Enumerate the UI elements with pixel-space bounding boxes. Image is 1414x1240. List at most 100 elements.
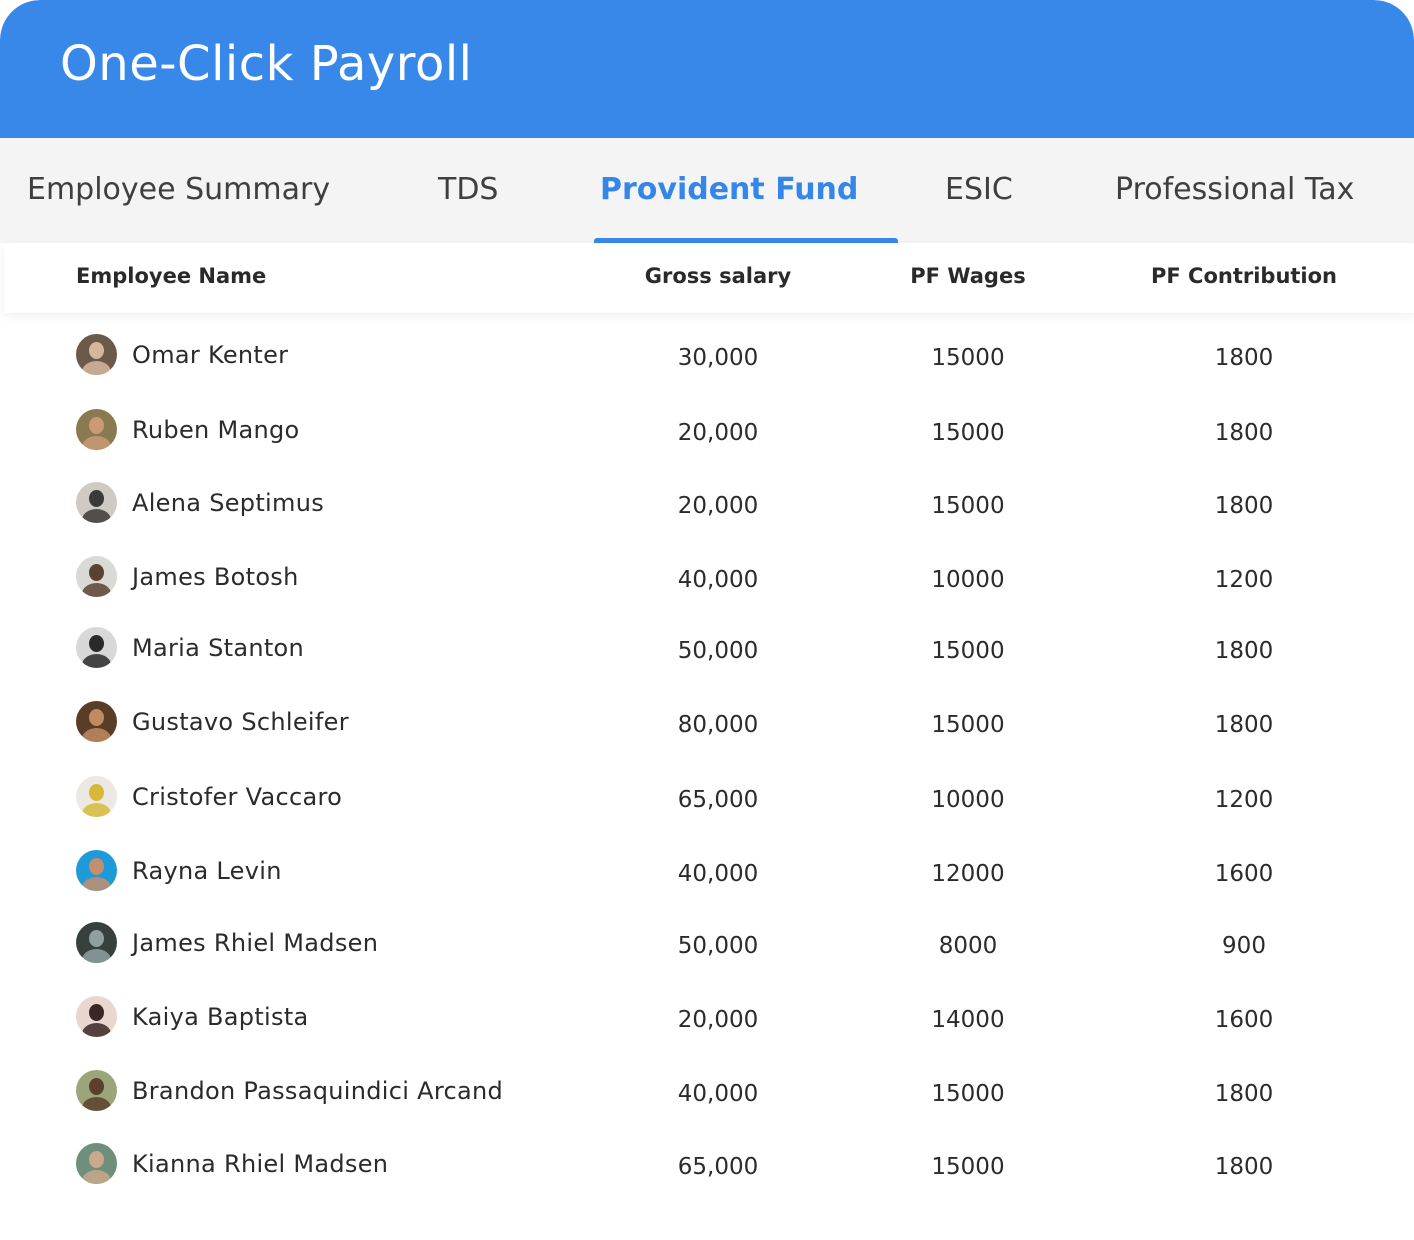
table-row[interactable]: Ruben Mango 20,000 15000 1800 bbox=[0, 401, 1414, 461]
employee-name: James Botosh bbox=[132, 563, 299, 591]
avatar bbox=[76, 850, 117, 891]
employee-name: Kianna Rhiel Madsen bbox=[132, 1150, 389, 1178]
table-row[interactable]: Kianna Rhiel Madsen 65,000 15000 1800 bbox=[0, 1135, 1414, 1195]
pf-contribution-cell: 1200 bbox=[1214, 787, 1274, 813]
avatar-head bbox=[89, 930, 104, 947]
pf-wages-cell: 15000 bbox=[931, 420, 1005, 446]
gross-salary-cell: 40,000 bbox=[677, 567, 759, 593]
avatar-body bbox=[82, 949, 111, 963]
avatar-head bbox=[89, 490, 104, 507]
pf-wages-cell: 15000 bbox=[931, 1154, 1005, 1180]
avatar bbox=[76, 701, 117, 742]
pf-contribution-cell: 1600 bbox=[1214, 861, 1274, 887]
gross-salary-cell: 50,000 bbox=[677, 638, 759, 664]
pf-wages-cell: 15000 bbox=[931, 345, 1005, 371]
avatar-body bbox=[82, 877, 111, 891]
avatar-body bbox=[82, 1023, 111, 1037]
pf-contribution-cell: 1600 bbox=[1214, 1007, 1274, 1033]
pf-wages-cell: 12000 bbox=[931, 861, 1005, 887]
avatar bbox=[76, 482, 117, 523]
employee-name: Maria Stanton bbox=[132, 634, 305, 662]
table-row[interactable]: James Botosh 40,000 10000 1200 bbox=[0, 548, 1414, 608]
gross-salary-cell: 30,000 bbox=[677, 345, 759, 371]
avatar bbox=[76, 334, 117, 375]
avatar-head bbox=[89, 858, 104, 875]
pf-contribution-cell: 900 bbox=[1222, 933, 1266, 959]
avatar-body bbox=[82, 728, 111, 742]
pf-contribution-cell: 1800 bbox=[1214, 493, 1274, 519]
gross-salary-cell: 50,000 bbox=[677, 933, 759, 959]
tab-provident-fund[interactable]: Provident Fund bbox=[600, 138, 858, 243]
tab-bar: Employee Summary TDS Provident Fund ESIC… bbox=[0, 138, 1414, 243]
employee-name: Cristofer Vaccaro bbox=[132, 783, 343, 811]
gross-salary-cell: 40,000 bbox=[677, 861, 759, 887]
avatar bbox=[76, 627, 117, 668]
avatar-body bbox=[82, 1170, 111, 1184]
gross-salary-cell: 40,000 bbox=[677, 1081, 759, 1107]
table-row[interactable]: Kaiya Baptista 20,000 14000 1600 bbox=[0, 988, 1414, 1048]
gross-salary-cell: 20,000 bbox=[677, 1007, 759, 1033]
avatar-body bbox=[82, 436, 111, 450]
avatar bbox=[76, 556, 117, 597]
employee-name: Kaiya Baptista bbox=[132, 1003, 309, 1031]
gross-salary-cell: 80,000 bbox=[677, 712, 759, 738]
tab-tds[interactable]: TDS bbox=[438, 138, 498, 243]
employee-name: Ruben Mango bbox=[132, 416, 300, 444]
table-row[interactable]: Gustavo Schleifer 80,000 15000 1800 bbox=[0, 693, 1414, 753]
pf-wages-cell: 15000 bbox=[931, 493, 1005, 519]
avatar-body bbox=[82, 361, 111, 375]
pf-wages-cell: 10000 bbox=[931, 567, 1005, 593]
pf-wages-cell: 8000 bbox=[938, 933, 998, 959]
avatar bbox=[76, 776, 117, 817]
payroll-card: One-Click Payroll Employee Summary TDS P… bbox=[0, 0, 1414, 1240]
avatar-head bbox=[89, 564, 104, 581]
gross-salary-cell: 20,000 bbox=[677, 493, 759, 519]
pf-contribution-cell: 1800 bbox=[1214, 1154, 1274, 1180]
avatar-head bbox=[89, 784, 104, 801]
avatar-head bbox=[89, 635, 104, 652]
pf-contribution-cell: 1800 bbox=[1214, 345, 1274, 371]
pf-wages-cell: 14000 bbox=[931, 1007, 1005, 1033]
column-header-gross-salary[interactable]: Gross salary bbox=[618, 243, 818, 309]
avatar-body bbox=[82, 583, 111, 597]
avatar bbox=[76, 1070, 117, 1111]
avatar-body bbox=[82, 654, 111, 668]
table-row[interactable]: Brandon Passaquindici Arcand 40,000 15000 1… bbox=[0, 1062, 1414, 1122]
pf-wages-cell: 15000 bbox=[931, 638, 1005, 664]
pf-contribution-cell: 1800 bbox=[1214, 1081, 1274, 1107]
table-row[interactable]: Alena Septimus 20,000 15000 1800 bbox=[0, 474, 1414, 534]
table-header: Employee Name Gross salary PF Wages PF C… bbox=[4, 243, 1414, 313]
gross-salary-cell: 65,000 bbox=[677, 1154, 759, 1180]
avatar bbox=[76, 996, 117, 1037]
pf-wages-cell: 10000 bbox=[931, 787, 1005, 813]
table-row[interactable]: James Rhiel Madsen 50,000 8000 900 bbox=[0, 914, 1414, 974]
pf-contribution-cell: 1800 bbox=[1214, 638, 1274, 664]
table-row[interactable]: Rayna Levin 40,000 12000 1600 bbox=[0, 842, 1414, 902]
tab-professional-tax[interactable]: Professional Tax bbox=[1115, 138, 1354, 243]
table-row[interactable]: Cristofer Vaccaro 65,000 10000 1200 bbox=[0, 768, 1414, 828]
avatar bbox=[76, 409, 117, 450]
avatar bbox=[76, 922, 117, 963]
table-row[interactable]: Omar Kenter 30,000 15000 1800 bbox=[0, 326, 1414, 386]
avatar bbox=[76, 1143, 117, 1184]
column-header-pf-contribution[interactable]: PF Contribution bbox=[1144, 243, 1344, 309]
pf-contribution-cell: 1800 bbox=[1214, 420, 1274, 446]
avatar-head bbox=[89, 709, 104, 726]
avatar-body bbox=[82, 803, 111, 817]
app-title: One-Click Payroll bbox=[60, 36, 473, 92]
column-header-employee-name[interactable]: Employee Name bbox=[76, 243, 266, 309]
column-header-pf-wages[interactable]: PF Wages bbox=[868, 243, 1068, 309]
employee-name: Rayna Levin bbox=[132, 857, 282, 885]
tab-esic[interactable]: ESIC bbox=[945, 138, 1013, 243]
avatar-head bbox=[89, 1151, 104, 1168]
tab-employee-summary[interactable]: Employee Summary bbox=[27, 138, 330, 243]
table-row[interactable]: Maria Stanton 50,000 15000 1800 bbox=[0, 619, 1414, 679]
avatar-head bbox=[89, 342, 104, 359]
employee-name: James Rhiel Madsen bbox=[132, 929, 379, 957]
employee-name: Alena Septimus bbox=[132, 489, 325, 517]
avatar-head bbox=[89, 1004, 104, 1021]
avatar-head bbox=[89, 417, 104, 434]
app-header: One-Click Payroll bbox=[0, 0, 1414, 138]
avatar-body bbox=[82, 509, 111, 523]
avatar-head bbox=[89, 1078, 104, 1095]
